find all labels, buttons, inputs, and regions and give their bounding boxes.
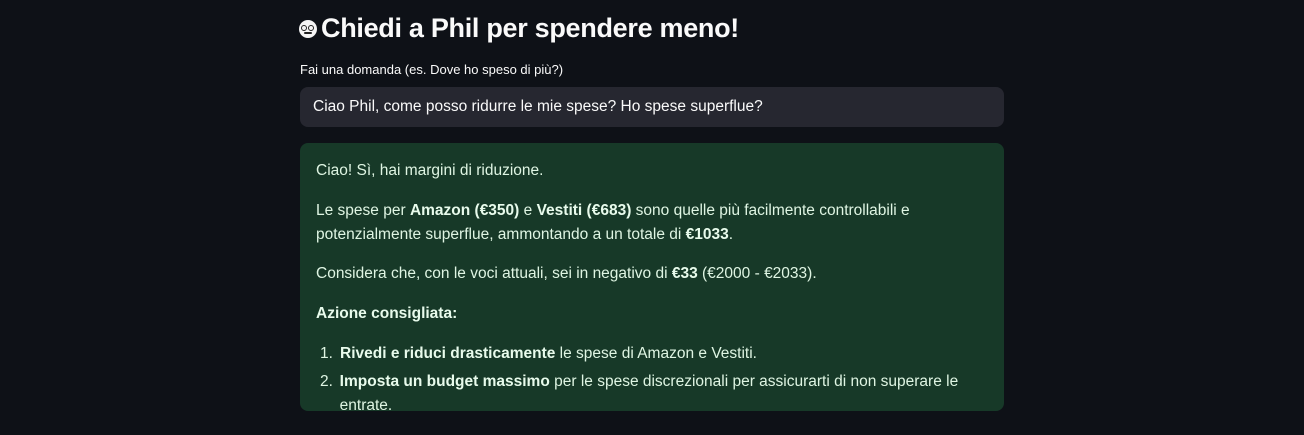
answer-box: Ciao! Sì, hai margini di riduzione. Le s… <box>300 143 1004 414</box>
page-title: Chiedi a Phil per spendere meno! <box>321 12 739 43</box>
action-heading: Azione consigliata: <box>316 302 457 326</box>
action-list: 1. Rivedi e riduci drasticamente le spes… <box>316 342 1004 414</box>
list-item: 2. Imposta un budget massimo per le spes… <box>316 370 1004 414</box>
question-label: Fai una domanda (es. Dove ho speso di pi… <box>300 62 564 77</box>
answer-paragraph-spending: Le spese per Amazon (€350) e Vestiti (€6… <box>316 199 976 247</box>
answer-text: e <box>519 202 537 219</box>
answer-text: (€2000 - €2033). <box>697 265 817 282</box>
list-item-number: 1. <box>320 345 333 362</box>
amazon-amount: Amazon (€350) <box>409 202 520 219</box>
deficit-amount: €33 <box>671 265 698 282</box>
list-item: 1. Rivedi e riduci drasticamente le spes… <box>316 342 1004 370</box>
page-header: Chiedi a Phil per spendere meno! <box>299 10 739 46</box>
list-item-bold: Rivedi e riduci drasticamente <box>340 345 556 362</box>
answer-intro: Ciao! Sì, hai margini di riduzione. <box>316 162 544 179</box>
action-heading-text: Azione consigliata: <box>316 305 458 322</box>
list-item-bold: Imposta un budget massimo <box>339 373 550 390</box>
answer-text: . <box>728 226 734 243</box>
answer-paragraph-deficit: Considera che, con le voci attuali, sei … <box>316 262 817 286</box>
list-item-text: le spese di Amazon e Vestiti. <box>555 345 757 362</box>
list-item-number: 2. <box>320 373 333 390</box>
nerd-face-emoji-icon <box>299 20 317 38</box>
total-amount: €1033 <box>685 226 729 243</box>
clothes-amount: Vestiti (€683) <box>536 202 632 219</box>
answer-text: Le spese per <box>316 202 410 219</box>
answer-text: Considera che, con le voci attuali, sei … <box>316 265 672 282</box>
question-input[interactable] <box>300 87 1004 127</box>
